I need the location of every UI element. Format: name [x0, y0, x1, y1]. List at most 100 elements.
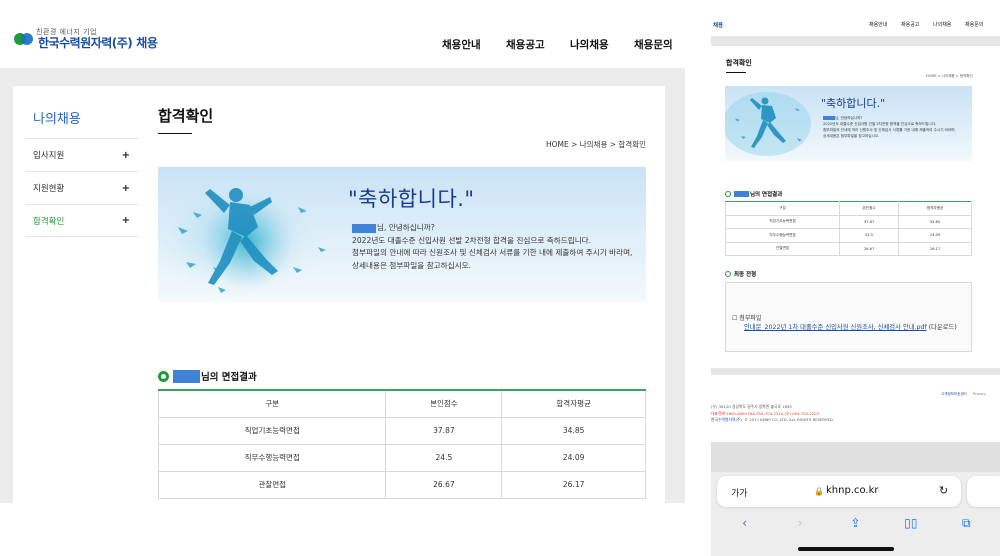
nav-my-recruit[interactable]: 나의채용: [933, 21, 965, 28]
reload-icon[interactable]: ↻: [939, 484, 948, 497]
bullet-ring-icon: [158, 370, 169, 382]
table-cell: 관찰면접: [157, 470, 387, 499]
table-row: 직업기초능력면접 37.87 34.85: [157, 416, 646, 445]
download-label[interactable]: (다운로드): [929, 324, 957, 331]
table-cell: 34.85: [898, 214, 972, 229]
congrats-headline: "축하합니다.": [348, 187, 475, 211]
plus-icon: +: [121, 182, 130, 194]
title-underline: [158, 133, 192, 134]
table-cell: 관찰면접: [724, 241, 841, 256]
attachment-label-text: 첨부파일: [739, 315, 762, 322]
sidebar-title: 나의채용: [33, 112, 81, 127]
sidebar-item-pass-check[interactable]: 합격확인 +: [25, 204, 138, 237]
nav-recruit-info[interactable]: 채용안내: [869, 21, 901, 28]
column-header: 구분: [157, 389, 387, 418]
mobile-nav: 채용안내 채용공고 나의채용 채용문의: [869, 21, 997, 28]
column-header: 본인점수: [385, 389, 503, 418]
sidebar-item-status[interactable]: 지원현황 +: [25, 171, 138, 204]
site-logo[interactable]: 한국수력원자력(주) 채용: [14, 26, 158, 51]
greeting-line: 님, 안녕하십니까?: [377, 223, 435, 232]
tabs-icon[interactable]: ⧉: [954, 516, 978, 531]
logo-text: 한국수력원자력(주) 채용: [38, 34, 158, 51]
greeting-line: 님, 안녕하십니까?: [835, 116, 863, 120]
section-title: 님의 면접결과: [750, 192, 783, 198]
table-row: 직무수행능력면접 24.5 24.09: [157, 443, 646, 472]
forward-icon[interactable]: ›: [788, 516, 812, 530]
lock-icon: 🔒: [814, 487, 824, 496]
redacted-name: [173, 369, 200, 383]
table-cell: 24.5: [839, 228, 900, 243]
divider: [711, 36, 1000, 46]
page-title: 합격확인: [726, 59, 752, 67]
attachment-link[interactable]: 안내문_2022년 1차 대졸수준 신입사원 신원조사, 신체검사 안내.pdf: [744, 324, 927, 331]
title-underline: [726, 72, 746, 73]
table-row: 관찰면접 26.67 26.17: [157, 470, 646, 499]
footer-link-privacy[interactable]: Privacy: [973, 392, 986, 396]
table-cell: 26.67: [385, 470, 503, 499]
nav-job-postings[interactable]: 채용공고: [901, 21, 933, 28]
attachment-box: ☐ 첨부파일 안내문_2022년 1차 대졸수준 신입사원 신원조사, 신체검사…: [725, 282, 972, 352]
bullet-ring-icon: [725, 191, 731, 197]
table-cell: 37.87: [839, 214, 900, 229]
interview-result-table: 구분 본인점수 합격자평균 직업기초능력면접 37.87 34.85 직무수행능…: [157, 389, 646, 499]
sidebar-item-label: 합격확인: [33, 216, 65, 227]
instruction-line: 첨부파일의 안내에 따라 신원조사 및 신체검사 서류를 기한 내에 제출하여 …: [352, 248, 633, 257]
column-header: 합격자평균: [501, 389, 646, 418]
plus-icon: +: [121, 215, 130, 226]
reference-line: 상세내용은 첨부파일을 참고하십시오.: [352, 260, 472, 270]
page-bottom-gap: [711, 442, 1000, 472]
banner-message: 님, 안녕하십니까? 2022년도 대졸수준 신입사원 선발 2차전형 합격을 …: [823, 115, 972, 139]
desktop-view: 친환경 에너지 기업 한국수력원자력(주) 채용 채용안내 채용공고 나의채용 채…: [0, 0, 685, 556]
breadcrumb: HOME > 나의채용 > 합격확인: [545, 140, 646, 149]
nav-recruit-inquiry[interactable]: 채용문의: [634, 37, 685, 52]
bookmarks-icon[interactable]: ▯▯: [899, 516, 923, 530]
sidebar-item-apply[interactable]: 입사지원 +: [25, 138, 138, 171]
table-row: 관찰면접 26.67 26.17: [724, 241, 972, 256]
home-indicator: [798, 547, 894, 551]
column-header: 구분: [724, 201, 841, 216]
table-cell: 직무수행능력면접: [157, 443, 387, 472]
redacted-name: [734, 191, 749, 197]
next-tab-preview[interactable]: [967, 476, 1000, 507]
site-header: 친환경 에너지 기업 한국수력원자력(주) 채용 채용안내 채용공고 나의채용 채…: [0, 0, 685, 68]
congrats-headline: "축하합니다.": [821, 97, 886, 110]
congrats-line: 2022년도 대졸수준 신입사원 선발 2차전형 합격을 진심으로 축하드립니다…: [352, 235, 592, 245]
nav-recruit-inquiry[interactable]: 채용문의: [965, 21, 997, 28]
sidebar-item-label: 지원현황: [33, 184, 65, 194]
mobile-header: 채용 채용안내 채용공고 나의채용 채용문의: [711, 0, 1000, 36]
global-nav: 채용안내 채용공고 나의채용 채용문의: [442, 37, 685, 52]
interview-result-heading: 님의 면접결과: [158, 369, 257, 383]
khnp-logo-icon: [14, 32, 34, 46]
nav-recruit-info[interactable]: 채용안내: [442, 37, 506, 52]
plus-icon: +: [121, 149, 130, 161]
table-cell: 34.85: [501, 416, 646, 445]
page-title: 합격확인: [158, 107, 214, 125]
divider: [711, 368, 1000, 375]
table-cell: 직무수행능력면접: [724, 228, 841, 243]
mobile-logo[interactable]: 채용: [713, 21, 723, 29]
table-cell: 26.67: [839, 241, 900, 256]
mobile-view: 채용 채용안내 채용공고 나의채용 채용문의 합격확인 HOME > 나의채용 …: [711, 0, 1000, 556]
url-domain[interactable]: khnp.co.kr: [826, 485, 879, 496]
attachment-entry: 안내문_2022년 1차 대졸수준 신입사원 신원조사, 신체검사 안내.pdf…: [732, 323, 970, 333]
reference-line: 상세내용은 첨부파일을 참고하십시오.: [823, 134, 880, 138]
logo-company: 한국수력원자력(주): [38, 36, 133, 50]
browser-nav-bar: ‹ › ⇪ ▯▯ ⧉: [711, 512, 1000, 534]
table-cell: 37.87: [385, 416, 503, 445]
footer-info: (우) 38120 경상북도 경주시 양북면 불국로 1655 대표전화 160…: [711, 404, 834, 424]
nav-my-recruit[interactable]: 나의채용: [570, 37, 634, 52]
section-title: 최종 전형: [734, 272, 757, 278]
footer-copyright: © 2017 KHNP CO.,LTD. ALL RIGHTS RESERVED…: [744, 417, 834, 422]
nav-job-postings[interactable]: 채용공고: [506, 37, 570, 52]
share-icon[interactable]: ⇪: [843, 516, 867, 530]
breadcrumb: HOME > 나의채용 > 합격확인: [926, 74, 973, 78]
table-cell: 24.09: [501, 443, 646, 472]
bullet-ring-icon: [725, 271, 731, 277]
attachment-label: ☐ 첨부파일: [732, 315, 762, 322]
table-cell: 26.17: [898, 241, 972, 256]
footer-link-privacy-center[interactable]: 고객정보보호센터: [941, 392, 967, 397]
sidebar-menu: 입사지원 + 지원현황 + 합격확인 +: [25, 138, 138, 237]
text-size-button[interactable]: 가가: [731, 486, 748, 499]
interview-result-heading: 님의 면접결과: [725, 190, 782, 198]
back-icon[interactable]: ‹: [733, 516, 757, 530]
